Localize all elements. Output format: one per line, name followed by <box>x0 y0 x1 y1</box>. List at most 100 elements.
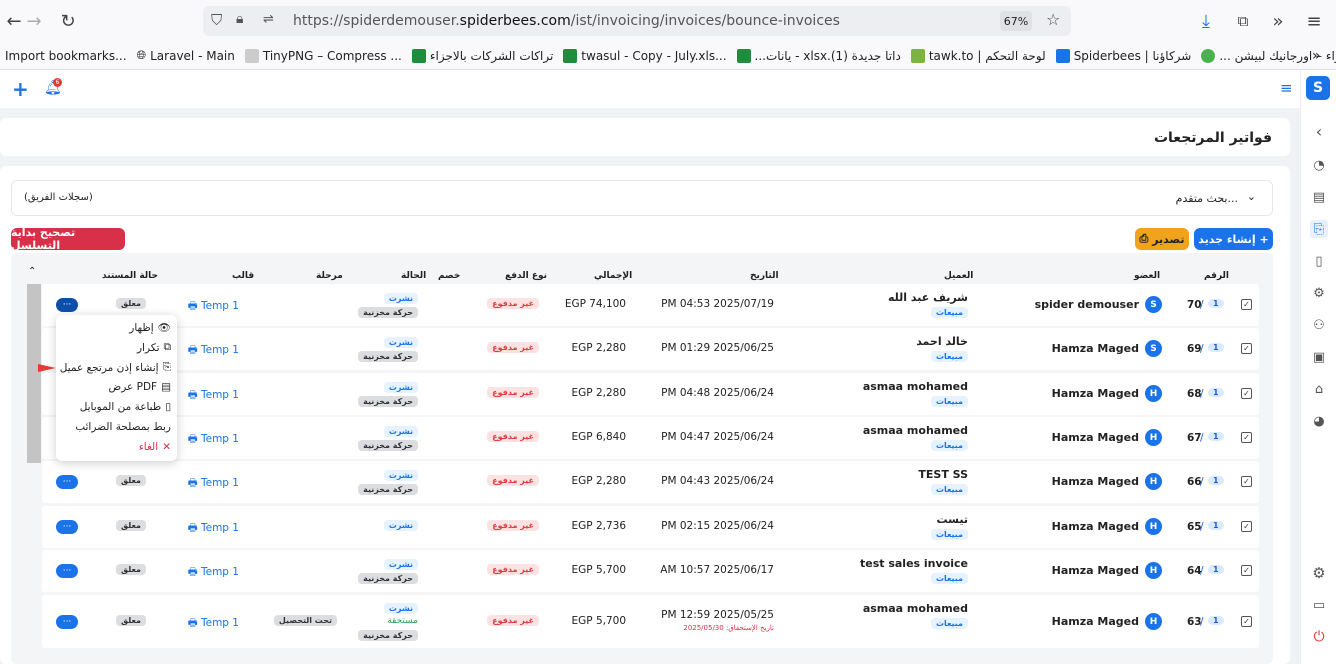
row-payment-status: غير مدفوع <box>487 564 539 575</box>
row-template-link[interactable]: 🖶︎ Temp 1 <box>188 475 239 493</box>
row-client[interactable]: خالد احمد <box>916 335 968 348</box>
dashboard-icon[interactable]: ◔ <box>1310 156 1328 174</box>
zoom-level[interactable]: 67% <box>1000 11 1032 31</box>
row-template-link[interactable]: 🖶︎ Temp 1 <box>188 298 239 316</box>
collapse-chevron-icon[interactable]: ⌃ <box>28 266 36 277</box>
add-icon[interactable]: + <box>12 77 29 101</box>
extensions-icon[interactable]: ⧉ <box>1229 7 1257 35</box>
bookmark-item[interactable]: TinyPNG – Compress ... <box>244 48 402 63</box>
avatar: S <box>1145 340 1162 357</box>
row-template-link[interactable]: 🖶︎ Temp 1 <box>188 615 239 633</box>
menu-item-create-return[interactable]: إنشاء إذن مرتجع عميل ⎘ <box>60 361 171 374</box>
header-stage[interactable]: مرحلة <box>316 271 343 281</box>
header-discount[interactable]: خصم <box>438 271 460 281</box>
menu-item-tax-link[interactable]: ربط بمصلحة الضرائب <box>75 421 171 433</box>
row-template-link[interactable]: 🖶︎ Temp 1 <box>188 564 239 582</box>
user-doc-icon[interactable]: ⚇ <box>1310 316 1328 334</box>
header-template[interactable]: قالب <box>232 271 254 281</box>
bank-icon[interactable]: ⌂ <box>1310 380 1328 398</box>
power-icon[interactable]: ⏻ <box>1310 628 1328 646</box>
bookmark-item[interactable]: Spiderbees | شركاؤنا <box>1055 48 1191 63</box>
bookmark-item[interactable]: 🌐︎ Laravel - Main <box>137 48 235 63</box>
header-date[interactable]: التاريخ <box>750 271 779 281</box>
advanced-search-bar[interactable]: ⌄ بحث متقدم... (سجلات الفريق) <box>11 180 1273 216</box>
documents-icon[interactable]: ▤ <box>1310 188 1328 206</box>
row-template-link[interactable]: 🖶︎ Temp 1 <box>188 520 239 538</box>
hamburger-icon[interactable]: ≡ <box>1280 79 1293 97</box>
download-icon[interactable]: ⤓ <box>1192 7 1220 35</box>
lock-icon: 🔒︎ <box>236 11 244 27</box>
bookmark-item[interactable]: tawk.to | لوحة التحكم <box>910 48 1046 63</box>
row-client[interactable]: TEST SS <box>918 468 968 481</box>
file-icon[interactable]: ▯ <box>1310 252 1328 270</box>
row-client[interactable]: asmaa mohamed <box>863 602 968 615</box>
row-member[interactable]: Hamza Maged <box>1052 342 1139 355</box>
menu-icon[interactable]: ≡ <box>1300 7 1328 35</box>
row-member[interactable]: Hamza Maged <box>1052 520 1139 533</box>
spiderbees-logo[interactable]: S <box>1306 76 1330 100</box>
row-member[interactable]: Hamza Maged <box>1052 387 1139 400</box>
row-member[interactable]: Hamza Maged <box>1052 564 1139 577</box>
url-text[interactable]: https://spiderdemouser.spiderbees.com/is… <box>293 13 840 29</box>
row-actions-button[interactable]: ··· <box>56 475 78 489</box>
header-payment-type[interactable]: نوع الدفع <box>505 271 547 281</box>
overflow-chevron-icon[interactable]: » <box>1264 7 1292 35</box>
bookmark-item[interactable]: Import bookmarks... <box>5 49 127 63</box>
row-client[interactable]: test sales invoice <box>860 557 968 570</box>
row-client[interactable]: asmaa mohamed <box>863 380 968 393</box>
row-checkbox[interactable]: ✓ <box>1241 299 1252 310</box>
row-client-tag: مبيعات <box>930 573 968 584</box>
reports-icon[interactable]: ◕ <box>1310 412 1328 430</box>
row-checkbox[interactable]: ✓ <box>1241 521 1252 532</box>
row-actions-button[interactable]: ··· <box>56 615 78 629</box>
row-checkbox[interactable]: ✓ <box>1241 432 1252 443</box>
fix-sequence-button[interactable]: تصحيح بداية التسلسل <box>11 226 125 252</box>
row-member[interactable]: Hamza Maged <box>1052 431 1139 444</box>
row-checkbox[interactable]: ✓ <box>1241 388 1252 399</box>
settings-doc-icon[interactable]: ⚙ <box>1310 284 1328 302</box>
menu-item-show[interactable]: إظهار 👁︎ <box>129 321 171 335</box>
printer-icon: 🖶︎ <box>187 566 198 578</box>
chevron-left-icon[interactable]: ‹ <box>1310 122 1328 141</box>
wallet-icon[interactable]: ▣ <box>1310 348 1328 366</box>
row-checkbox[interactable]: ✓ <box>1241 565 1252 576</box>
row-checkbox[interactable]: ✓ <box>1241 476 1252 487</box>
reload-icon[interactable]: ↻ <box>54 7 82 35</box>
screen-icon[interactable]: ▭ <box>1310 596 1328 614</box>
row-member[interactable]: spider demouser <box>1035 298 1139 311</box>
forward-arrow-icon[interactable]: → <box>20 7 48 35</box>
row-template-link[interactable]: 🖶︎ Temp 1 <box>188 387 239 405</box>
bookmark-item[interactable]: تراكات الشركات بالاجزاء <box>411 48 553 63</box>
menu-item-cancel[interactable]: الغاء ✕ <box>139 441 171 453</box>
menu-item-duplicate[interactable]: تكرار ⧉ <box>137 341 171 354</box>
gear-icon[interactable]: ⚙ <box>1310 564 1328 582</box>
bookmark-star-icon[interactable]: ☆ <box>1046 10 1060 29</box>
row-checkbox[interactable]: ✓ <box>1241 616 1252 627</box>
row-member[interactable]: Hamza Maged <box>1052 615 1139 628</box>
row-template-link[interactable]: 🖶︎ Temp 1 <box>188 431 239 449</box>
bookmarks-overflow-icon[interactable]: » <box>1312 48 1321 64</box>
create-new-button[interactable]: إنشاء جديد + <box>1194 228 1273 250</box>
menu-item-view-pdf[interactable]: عرض PDF ▤ <box>109 381 171 393</box>
menu-item-mobile-print[interactable]: طباعة من الموبايل ▯ <box>80 401 171 413</box>
export-button[interactable]: ⎙ تصدير <box>1135 228 1189 250</box>
row-actions-button[interactable]: ··· <box>56 298 78 312</box>
header-total[interactable]: الإجمالي <box>594 271 632 281</box>
row-client[interactable]: تيست <box>937 513 968 526</box>
header-member[interactable]: العضو <box>1134 271 1160 281</box>
row-client[interactable]: asmaa mohamed <box>863 424 968 437</box>
invoices-icon[interactable]: ⎘ <box>1310 220 1328 238</box>
row-client[interactable]: شريف عبد الله <box>888 291 968 304</box>
row-checkbox[interactable]: ✓ <box>1241 343 1252 354</box>
row-member[interactable]: Hamza Maged <box>1052 475 1139 488</box>
row-actions-button[interactable]: ··· <box>56 520 78 534</box>
header-client[interactable]: العميل <box>944 271 973 281</box>
row-template-link[interactable]: 🖶︎ Temp 1 <box>188 342 239 360</box>
header-status[interactable]: الحالة <box>401 271 426 281</box>
bookmark-item[interactable]: ...يانات - xlsx.داتا جديدة (1) <box>736 48 901 63</box>
bookmark-item[interactable]: twasul - Copy - July.xls... <box>563 48 727 63</box>
header-number[interactable]: الرقم <box>1204 271 1229 281</box>
address-bar[interactable]: ⛉ 🔒︎ ⇌ https://spiderdemouser.spiderbees… <box>203 6 1071 36</box>
row-actions-button[interactable]: ··· <box>56 564 78 578</box>
header-doc-status[interactable]: حالة المستند <box>102 271 158 281</box>
